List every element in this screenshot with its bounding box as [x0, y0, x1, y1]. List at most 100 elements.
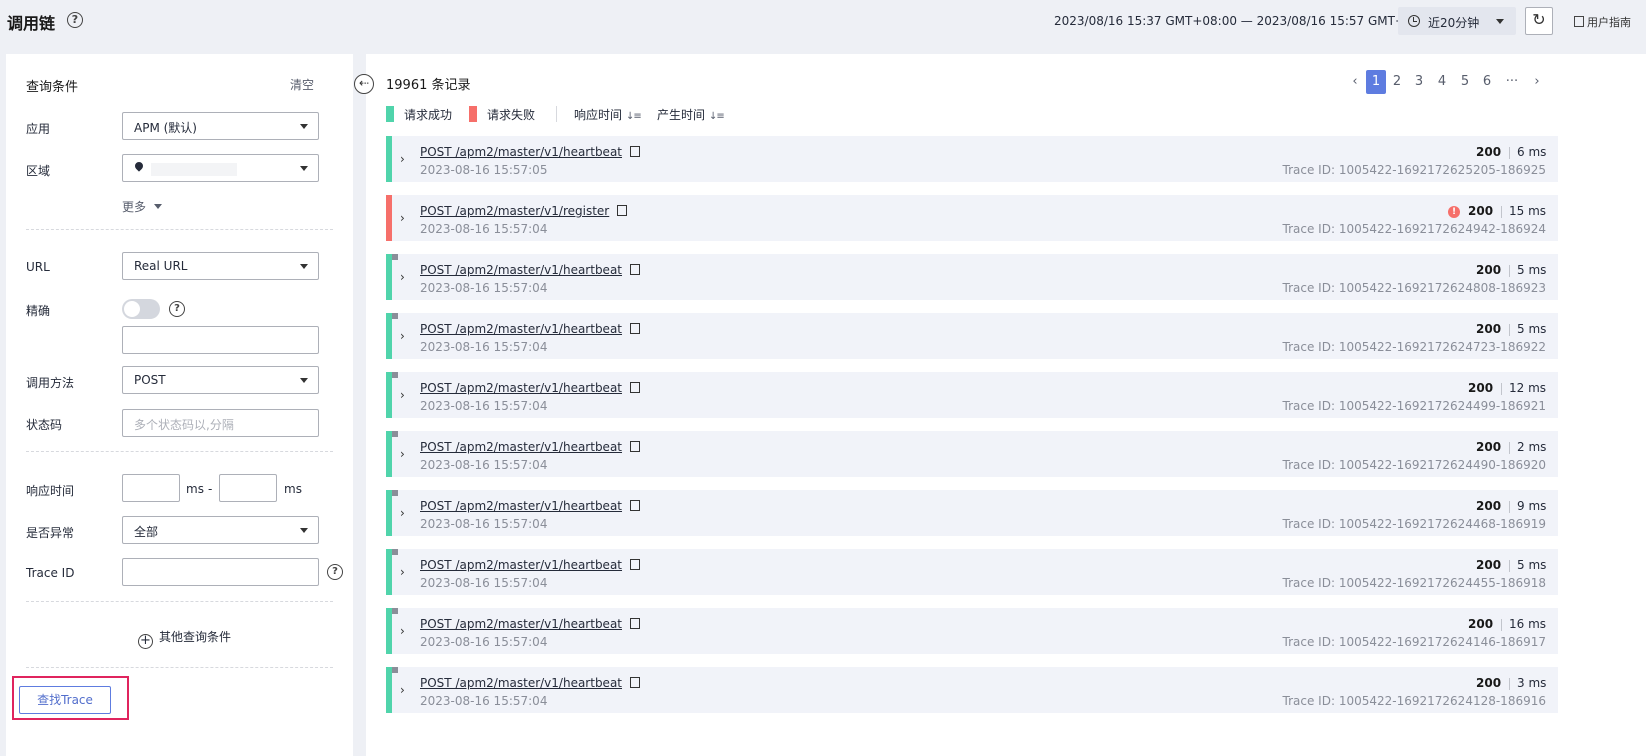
user-guide-link[interactable]: 用户指南 — [1574, 14, 1631, 30]
refresh-button[interactable]: ↻ — [1525, 7, 1553, 35]
trace-id-prefix: Trace ID: — [1282, 281, 1335, 295]
time-preset-select[interactable]: 近20分钟 — [1398, 7, 1516, 35]
trace-url-link[interactable]: POST /apm2/master/v1/heartbeat — [420, 440, 641, 454]
trace-row[interactable]: › POST /apm2/master/v1/heartbeat 2023-08-1… — [386, 254, 1558, 300]
expand-chevron-icon[interactable]: › — [400, 329, 405, 343]
expand-chevron-icon[interactable]: › — [400, 211, 405, 225]
trace-url-link[interactable]: POST /apm2/master/v1/heartbeat — [420, 558, 641, 572]
trace-row[interactable]: › POST /apm2/master/v1/heartbeat 2023-08-1… — [386, 608, 1558, 654]
page-header: 调用链 ? 2023/08/16 15:37 GMT+08:00 — 2023/… — [0, 0, 1646, 42]
page-ellipsis[interactable]: ··· — [1502, 70, 1522, 94]
row-marker — [392, 372, 398, 378]
sort-response-time[interactable]: 响应时间 ↓≡ — [574, 106, 642, 123]
page-4[interactable]: 4 — [1435, 70, 1449, 94]
trace-url-link[interactable]: POST /apm2/master/v1/register — [420, 204, 628, 218]
status-code: 200 — [1468, 617, 1494, 631]
page-2[interactable]: 2 — [1390, 70, 1404, 94]
more-toggle[interactable]: 更多 — [122, 198, 163, 215]
abnormal-value: 全部 — [134, 525, 159, 539]
chevron-down-icon — [300, 124, 308, 129]
trace-url-link[interactable]: POST /apm2/master/v1/heartbeat — [420, 322, 641, 336]
trace-id-prefix: Trace ID: — [1282, 517, 1335, 531]
duration: 12 ms — [1509, 381, 1547, 395]
trace-url: POST /apm2/master/v1/heartbeat — [420, 263, 623, 277]
page-6[interactable]: 6 — [1480, 70, 1494, 94]
find-trace-button[interactable]: 查找Trace — [19, 686, 111, 714]
trace-row[interactable]: › POST /apm2/master/v1/register 2023-08-16… — [386, 195, 1558, 241]
response-max-input[interactable] — [219, 474, 277, 502]
expand-chevron-icon[interactable]: › — [400, 506, 405, 520]
expand-chevron-icon[interactable]: › — [400, 683, 405, 697]
expand-chevron-icon[interactable]: › — [400, 152, 405, 166]
trace-id-value: 1005422-1692172624468-186919 — [1338, 517, 1546, 531]
divider — [1509, 265, 1510, 277]
response-min-input[interactable] — [122, 474, 180, 502]
page-3[interactable]: 3 — [1412, 70, 1426, 94]
region-select[interactable] — [122, 154, 319, 182]
expand-chevron-icon[interactable]: › — [400, 270, 405, 284]
status-code-placeholder: 多个状态码以,分隔 — [134, 418, 234, 432]
copy-icon[interactable] — [630, 146, 641, 157]
trace-url-link[interactable]: POST /apm2/master/v1/heartbeat — [420, 145, 641, 159]
divider — [1509, 147, 1510, 159]
row-marker — [392, 490, 398, 496]
sort-generate-time[interactable]: 产生时间 ↓≡ — [657, 106, 725, 123]
copy-icon[interactable] — [630, 500, 641, 511]
plus-circle-icon: + — [138, 634, 153, 649]
trace-row[interactable]: › POST /apm2/master/v1/heartbeat 2023-08-1… — [386, 431, 1558, 477]
status-code: 200 — [1476, 676, 1502, 690]
page-title: 调用链 — [7, 14, 56, 33]
trace-id-input[interactable] — [122, 558, 319, 586]
page-5[interactable]: 5 — [1458, 70, 1472, 94]
next-page-icon[interactable]: › — [1530, 70, 1544, 94]
trace-id-value: 1005422-1692172624808-186923 — [1338, 281, 1546, 295]
page-1[interactable]: 1 — [1366, 70, 1386, 94]
trace-url-link[interactable]: POST /apm2/master/v1/heartbeat — [420, 381, 641, 395]
trace-id: Trace ID: 1005422-1692172624455-186918 — [1283, 576, 1546, 590]
copy-icon[interactable] — [630, 618, 641, 629]
url-type-select[interactable]: Real URL — [122, 252, 319, 280]
copy-icon[interactable] — [630, 264, 641, 275]
expand-chevron-icon[interactable]: › — [400, 565, 405, 579]
trace-time: 2023-08-16 15:57:04 — [420, 340, 548, 354]
copy-icon[interactable] — [630, 323, 641, 334]
status-bar — [386, 608, 392, 654]
status-bar — [386, 372, 392, 418]
exact-toggle[interactable] — [122, 299, 160, 319]
trace-row[interactable]: › POST /apm2/master/v1/heartbeat 2023-08-1… — [386, 136, 1558, 182]
copy-icon[interactable] — [630, 677, 641, 688]
expand-chevron-icon[interactable]: › — [400, 447, 405, 461]
method-select[interactable]: POST — [122, 366, 319, 394]
status-bar — [386, 490, 392, 536]
help-icon[interactable]: ? — [67, 12, 83, 28]
copy-icon[interactable] — [630, 441, 641, 452]
trace-row[interactable]: › POST /apm2/master/v1/heartbeat 2023-08-1… — [386, 313, 1558, 359]
trace-row[interactable]: › POST /apm2/master/v1/heartbeat 2023-08-1… — [386, 490, 1558, 536]
other-conditions-button[interactable]: + 其他查询条件 — [138, 628, 231, 649]
trace-url-link[interactable]: POST /apm2/master/v1/heartbeat — [420, 617, 641, 631]
trace-id: Trace ID: 1005422-1692172624942-186924 — [1283, 222, 1546, 236]
copy-icon[interactable] — [617, 205, 628, 216]
clear-button[interactable]: 清空 — [290, 76, 314, 93]
trace-row[interactable]: › POST /apm2/master/v1/heartbeat 2023-08-1… — [386, 667, 1558, 713]
trace-row[interactable]: › POST /apm2/master/v1/heartbeat 2023-08-1… — [386, 549, 1558, 595]
trace-row[interactable]: › POST /apm2/master/v1/heartbeat 2023-08-1… — [386, 372, 1558, 418]
url-input[interactable] — [122, 326, 319, 354]
help-icon[interactable]: ? — [169, 301, 185, 317]
trace-url-link[interactable]: POST /apm2/master/v1/heartbeat — [420, 676, 641, 690]
expand-chevron-icon[interactable]: › — [400, 388, 405, 402]
copy-icon[interactable] — [630, 382, 641, 393]
abnormal-select[interactable]: 全部 — [122, 516, 319, 544]
trace-id-value: 1005422-1692172624723-186922 — [1338, 340, 1546, 354]
trace-url-link[interactable]: POST /apm2/master/v1/heartbeat — [420, 499, 641, 513]
collapse-panel-icon[interactable]: ⇠ — [354, 74, 374, 94]
duration: 3 ms — [1517, 676, 1547, 690]
divider — [1501, 619, 1502, 631]
copy-icon[interactable] — [630, 559, 641, 570]
app-select[interactable]: APM (默认) — [122, 112, 319, 140]
status-code-input[interactable]: 多个状态码以,分隔 — [122, 409, 319, 437]
expand-chevron-icon[interactable]: › — [400, 624, 405, 638]
trace-url-link[interactable]: POST /apm2/master/v1/heartbeat — [420, 263, 641, 277]
prev-page-icon[interactable]: ‹ — [1348, 70, 1362, 94]
help-icon[interactable]: ? — [327, 564, 343, 580]
